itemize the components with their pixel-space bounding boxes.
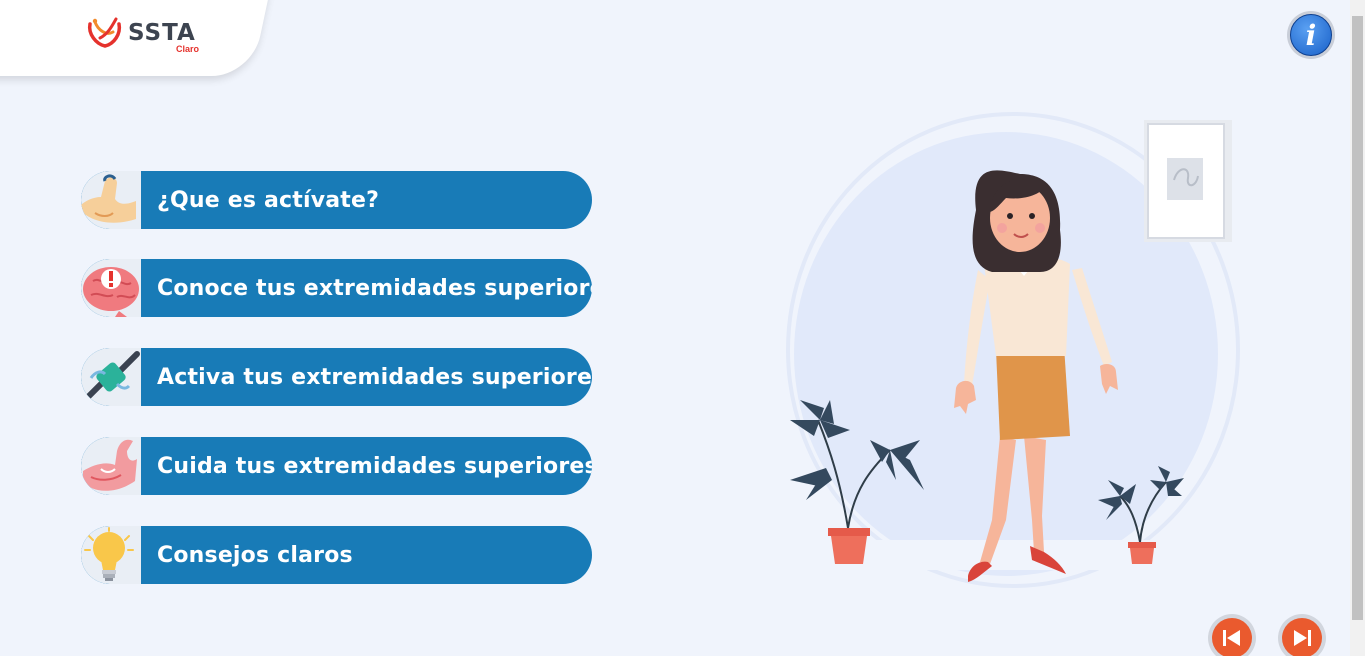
skip-next-icon xyxy=(1282,618,1322,656)
menu-button-label: Cuida tus extremidades superiores xyxy=(157,453,592,479)
hand-grip-icon xyxy=(81,348,141,406)
claro-brand-text: Claro xyxy=(176,44,200,54)
menu-button-consejos[interactable]: Consejos claros xyxy=(81,526,592,584)
menu-button-que-es-activate[interactable]: ¿Que es actívate? xyxy=(81,171,592,229)
next-page-button[interactable] xyxy=(1278,614,1326,656)
scrollbar-thumb[interactable] xyxy=(1352,16,1363,620)
woman-illustration xyxy=(786,112,1240,588)
logo-text: SSTA xyxy=(128,19,196,46)
menu-button-conoce[interactable]: Conoce tus extremidades superiores xyxy=(81,259,592,317)
menu-button-label: Activa tus extremidades superiores xyxy=(157,364,592,390)
app-stage: SSTA Claro i ¿Que es actívate? Conoce tu… xyxy=(0,0,1365,656)
info-glyph: i xyxy=(1305,18,1317,52)
info-button[interactable]: i xyxy=(1287,11,1335,59)
menu-button-label: Consejos claros xyxy=(157,542,353,568)
vertical-scrollbar[interactable] xyxy=(1350,0,1365,656)
brain-alert-icon xyxy=(81,259,141,317)
ssta-logo-icon xyxy=(87,17,122,48)
lightbulb-icon xyxy=(81,526,141,584)
menu-button-label: Conoce tus extremidades superiores xyxy=(157,275,592,301)
first-page-button[interactable] xyxy=(1208,614,1256,656)
muscle-arm-icon xyxy=(81,437,141,495)
skip-first-icon xyxy=(1212,618,1252,656)
info-icon: i xyxy=(1290,14,1332,56)
menu-button-activa[interactable]: Activa tus extremidades superiores xyxy=(81,348,592,406)
flexed-arm-icon xyxy=(81,171,141,229)
menu-button-cuida[interactable]: Cuida tus extremidades superiores xyxy=(81,437,592,495)
menu-button-label: ¿Que es actívate? xyxy=(157,187,380,213)
